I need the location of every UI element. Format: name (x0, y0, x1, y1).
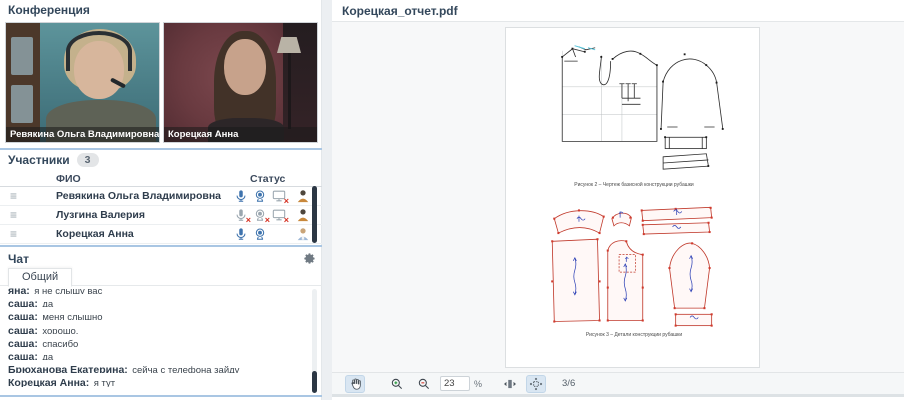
separator (0, 395, 322, 397)
chat-message: саша: хорошо. (8, 321, 322, 334)
chat-scrollbar-thumb[interactable] (312, 371, 317, 393)
screen-share-icon[interactable]: × (272, 208, 286, 222)
chat-message: саша: да (8, 347, 322, 360)
fit-page-icon[interactable] (526, 375, 546, 393)
pattern-construction-drawing (554, 40, 729, 180)
drag-handle-icon[interactable]: ≡ (10, 208, 17, 222)
video1-door (6, 23, 40, 142)
participant-name: Корецкая Анна (56, 228, 134, 240)
video-tile-1[interactable]: Ревякина Ольга Владимировна (5, 22, 160, 143)
document-title: Корецкая_отчет.pdf (342, 4, 458, 18)
participants-list: ≡ Ревякина Ольга Владимировна × (0, 187, 322, 244)
screen-share-icon[interactable]: × (272, 189, 286, 203)
fit-width-icon[interactable] (500, 375, 520, 393)
microphone-icon[interactable] (234, 227, 248, 241)
hand-icon[interactable] (345, 375, 365, 393)
video-grid: Ревякина Ольга Владимировна Корецкая Анн… (5, 22, 318, 143)
pdf-viewer[interactable]: Рисунок 2 – Чертеж базисной конструкции … (332, 22, 904, 372)
bottom-strip (332, 394, 904, 397)
chat-message: саша: меня слышно (8, 307, 322, 320)
pdf-page: Рисунок 2 – Чертеж базисной конструкции … (505, 27, 760, 368)
participants-title: Участники (8, 153, 70, 167)
chat-message: яна: я не слышу вас (8, 287, 322, 294)
drag-handle-icon[interactable]: ≡ (10, 189, 17, 203)
chat-tab-general[interactable]: Общий (8, 268, 72, 287)
chat-scrollbar[interactable] (312, 289, 317, 393)
participants-header: Участники 3 (8, 153, 99, 167)
conference-title: Конференция (8, 3, 90, 17)
participant-row[interactable]: ≡ Ревякина Ольга Владимировна × (0, 187, 322, 206)
page-indicator: 3/6 (562, 378, 575, 389)
lamp (288, 49, 291, 129)
chat-message: Брюханова Екатерина: сейча с телефона за… (8, 360, 322, 373)
zoom-in-icon[interactable] (387, 375, 407, 393)
webinar-window: Конференция Ревякина Ольга Владимировна (0, 0, 904, 400)
chat-title: Чат (8, 252, 29, 266)
chat-message: саша: да (8, 294, 322, 307)
panel-divider[interactable] (322, 0, 332, 400)
pattern-pieces-drawing (544, 204, 724, 330)
participant-name: Лузгина Валерия (56, 209, 145, 221)
zoom-out-icon[interactable] (414, 375, 434, 393)
column-header-name: ФИО (56, 173, 81, 185)
participants-table-header: ФИО Статус (0, 172, 322, 187)
participants-count-badge: 3 (77, 153, 99, 167)
figure2-caption: Рисунок 2 – Чертеж базисной конструкции … (534, 182, 734, 188)
avatar-icon[interactable] (296, 208, 310, 222)
separator (0, 245, 322, 247)
avatar-icon[interactable] (296, 189, 310, 203)
microphone-icon[interactable] (234, 189, 248, 203)
separator (0, 148, 322, 150)
microphone-icon[interactable]: × (234, 208, 248, 222)
avatar-icon[interactable] (296, 227, 310, 241)
percent-label: % (474, 379, 482, 389)
figure3-caption: Рисунок 3 – Детали конструкции рубашки (534, 332, 734, 338)
document-header: Корецкая_отчет.pdf (332, 0, 904, 22)
headset (66, 31, 132, 71)
video-tile-2[interactable]: Корецкая Анна (163, 22, 318, 143)
zoom-level-input[interactable] (440, 376, 470, 391)
webcam-icon[interactable]: × (253, 208, 267, 222)
left-panel: Конференция Ревякина Ольга Владимировна (0, 0, 322, 400)
video1-name-label: Ревякина Ольга Владимировна (6, 127, 159, 142)
chat-log[interactable]: яна: я не слышу вас саша: да саша: меня … (0, 287, 322, 394)
drag-handle-icon[interactable]: ≡ (10, 227, 17, 241)
chat-message: Корецкая Анна: я тут (8, 373, 322, 386)
webcam-icon[interactable] (253, 189, 267, 203)
column-header-status: Статус (250, 173, 285, 185)
participant-row[interactable]: ≡ Корецкая Анна (0, 225, 322, 244)
webcam-icon[interactable] (253, 227, 267, 241)
pdf-toolbar: % 3/6 (332, 372, 904, 394)
chat-message: саша: спасибо (8, 334, 322, 347)
participant-name: Ревякина Ольга Владимировна (56, 190, 221, 202)
document-panel: Корецкая_отчет.pdf (332, 0, 904, 400)
gear-icon[interactable] (303, 252, 316, 265)
video2-name-label: Корецкая Анна (164, 127, 317, 142)
participants-scrollbar[interactable] (312, 186, 317, 243)
participant-row[interactable]: ≡ Лузгина Валерия × × × (0, 206, 322, 225)
